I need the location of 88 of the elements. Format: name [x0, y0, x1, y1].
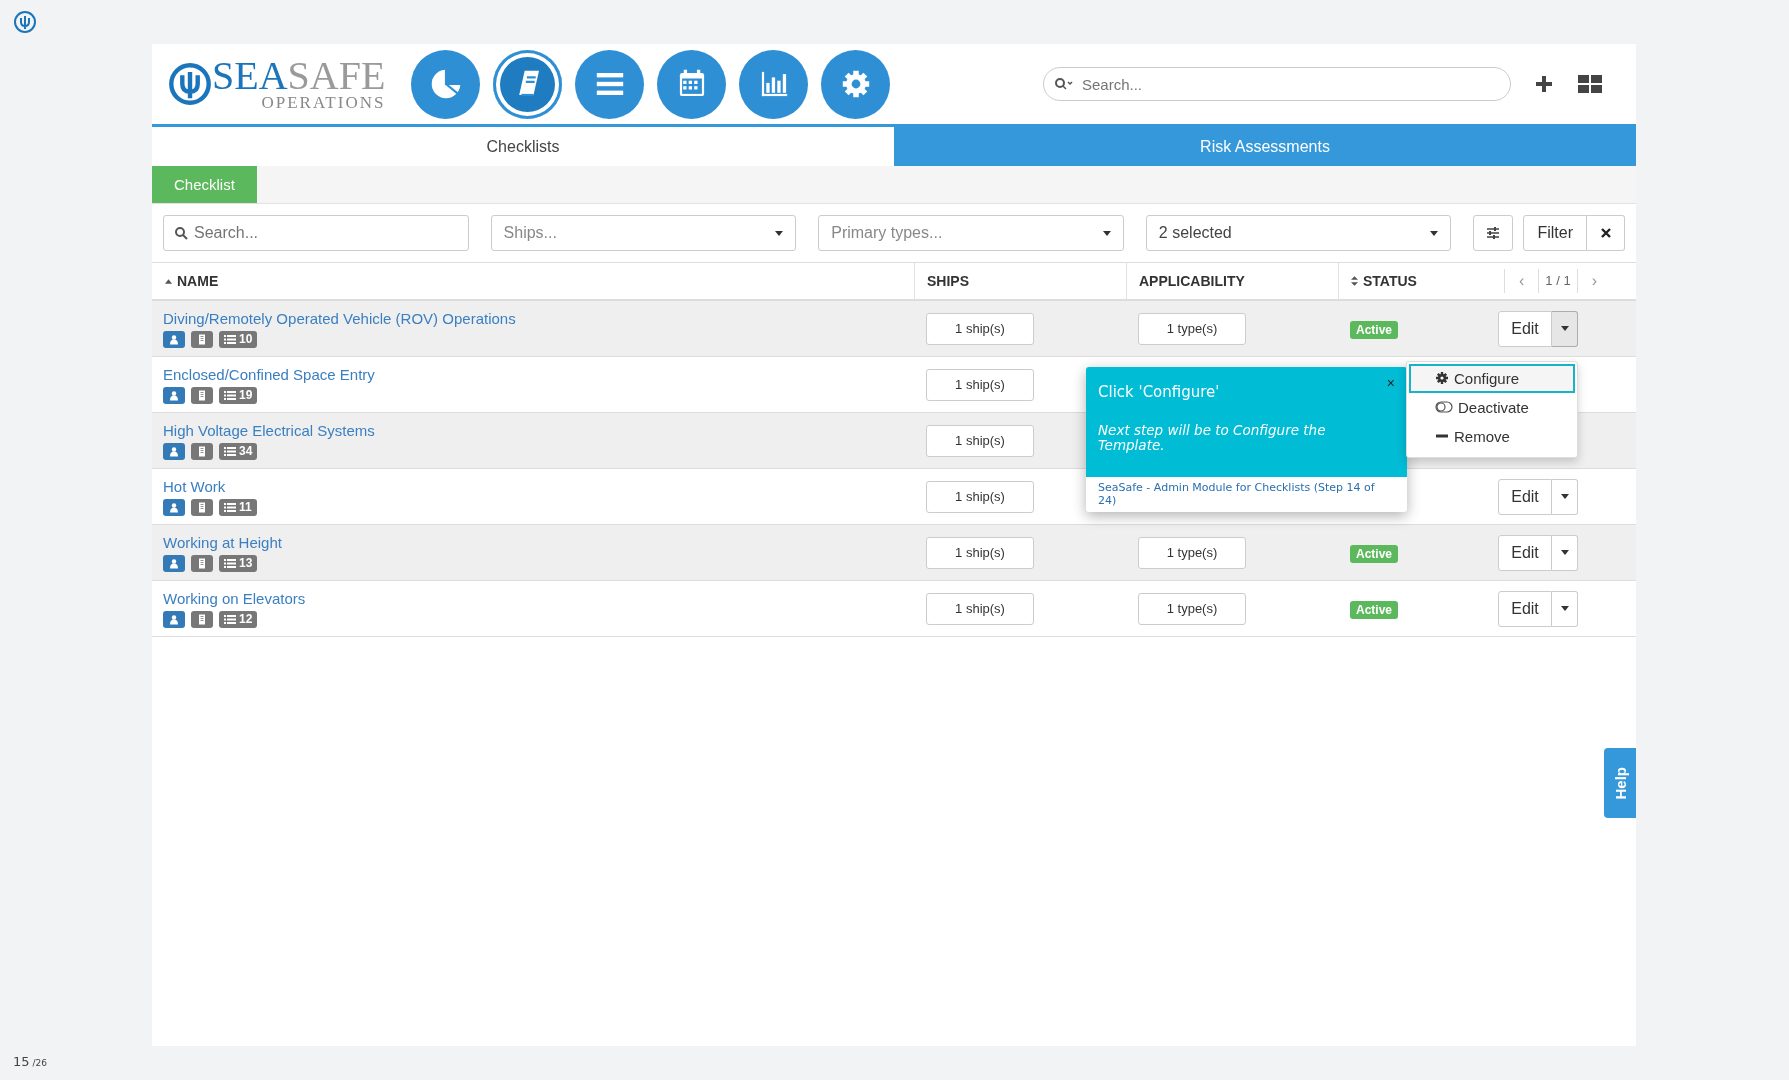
logo-word: SAFE: [287, 53, 386, 98]
toggle-icon: [1435, 401, 1453, 413]
status-label: Active: [1350, 544, 1399, 563]
person-badge: [163, 442, 185, 460]
ships-count[interactable]: 1 ship(s): [926, 424, 1034, 457]
types-count[interactable]: 1 type(s): [1138, 312, 1246, 345]
dropdown[interactable]: Primary types...: [818, 215, 1124, 251]
logo-word: SEA: [212, 53, 288, 98]
document-badge: [191, 386, 213, 404]
caret-icon: [775, 230, 784, 236]
dropdown[interactable]: Ships...: [490, 215, 797, 251]
types-count[interactable]: 1 type(s): [1138, 536, 1246, 569]
caret-icon: [1430, 230, 1439, 236]
ships-count[interactable]: 1 ship(s): [926, 480, 1034, 513]
item-count-badge: 12: [219, 610, 258, 628]
ships-count[interactable]: 1 ship(s): [926, 536, 1034, 569]
page-indicator: 1 / 1: [1538, 269, 1578, 293]
person-badge: [163, 498, 185, 516]
edit-button[interactable]: Edit: [1498, 590, 1552, 627]
search-icon: [1053, 77, 1075, 91]
document-badge: [191, 610, 213, 628]
search-field[interactable]: Search...: [1043, 67, 1511, 101]
page-number: 15: [13, 1054, 30, 1069]
ships-count[interactable]: 1 ship(s): [926, 368, 1034, 401]
document-badge: [191, 442, 213, 460]
close-icon: [1600, 228, 1611, 238]
filter-button[interactable]: Filter: [1523, 215, 1587, 251]
menu-item[interactable]: Configure: [1409, 363, 1575, 393]
menu-item[interactable]: Remove: [1409, 421, 1575, 451]
edit-button[interactable]: Edit: [1498, 310, 1552, 347]
tour-title: Click 'Configure': [1098, 383, 1221, 401]
page-total: /26: [32, 1058, 48, 1068]
person-badge: [163, 386, 185, 404]
sort-icon: [1351, 276, 1358, 286]
checklist-link[interactable]: Working at Height: [163, 533, 282, 551]
document-badge: [191, 498, 213, 516]
dropdown-toggle-button[interactable]: [1552, 310, 1578, 347]
search-icon: [174, 226, 188, 240]
search-field[interactable]: Search...: [163, 215, 469, 251]
caret-icon: [1560, 550, 1569, 555]
item-count-badge: 11: [219, 498, 257, 516]
ships-count[interactable]: 1 ship(s): [926, 312, 1034, 345]
column-header[interactable]: SHIPS: [914, 263, 1126, 299]
column-header[interactable]: APPLICABILITY: [1126, 263, 1338, 299]
caret-icon: [1560, 606, 1569, 611]
item-count-badge: 10: [219, 330, 258, 348]
person-badge: [163, 330, 185, 348]
checklist-link[interactable]: Enclosed/Confined Space Entry: [163, 365, 375, 383]
column-header[interactable]: NAME: [152, 263, 914, 299]
tour-text: Next step will be to Configure the Template.: [1098, 423, 1327, 453]
item-count-badge: 34: [219, 442, 258, 460]
dropdown-toggle-button[interactable]: [1552, 590, 1578, 627]
add-icon[interactable]: [1533, 74, 1555, 94]
edit-button[interactable]: Edit: [1498, 478, 1552, 515]
anchor-logo-icon[interactable]: [13, 10, 37, 34]
grid-icon[interactable]: [1577, 74, 1603, 94]
sort-up-icon: [165, 278, 172, 284]
menu-item[interactable]: Deactivate: [1409, 392, 1575, 422]
document-badge: [191, 330, 213, 348]
person-badge: [163, 610, 185, 628]
person-badge: [163, 554, 185, 572]
item-count-badge: 13: [219, 554, 258, 572]
caret-icon: [1560, 494, 1569, 499]
column-header[interactable]: STATUS: [1338, 263, 1498, 299]
sliders-icon: [1486, 227, 1501, 239]
types-count[interactable]: 1 type(s): [1138, 592, 1246, 625]
logo-tagline: OPERATIONS: [261, 95, 386, 111]
status-label: Active: [1350, 600, 1399, 619]
checklist-link[interactable]: Working on Elevators: [163, 589, 306, 607]
clear-button[interactable]: [1587, 215, 1625, 251]
close-button[interactable]: ×: [1384, 373, 1397, 393]
document-badge: [191, 554, 213, 572]
ships-count[interactable]: 1 ship(s): [926, 592, 1034, 625]
edit-button[interactable]: Edit: [1498, 534, 1552, 571]
anchor-logo-icon: [168, 62, 212, 106]
checklist-link[interactable]: Diving/Remotely Operated Vehicle (ROV) Operations: [163, 309, 516, 327]
checklist-link[interactable]: Hot Work: [163, 477, 226, 495]
dropdown-toggle-button[interactable]: [1552, 534, 1578, 571]
dropdown-toggle-button[interactable]: [1552, 478, 1578, 515]
gear-icon: [1435, 371, 1449, 385]
caret-icon: [1560, 326, 1569, 331]
settings-button[interactable]: [1473, 215, 1514, 251]
status-label: Active: [1350, 320, 1399, 339]
tour-step-text: SeaSafe - Admin Module for Checklists (Step 14 of 24): [1098, 481, 1375, 507]
checklist-link[interactable]: High Voltage Electrical Systems: [163, 421, 375, 439]
dropdown[interactable]: 2 selected: [1145, 215, 1452, 251]
item-count-badge: 19: [219, 386, 258, 404]
caret-icon: [1102, 230, 1111, 236]
